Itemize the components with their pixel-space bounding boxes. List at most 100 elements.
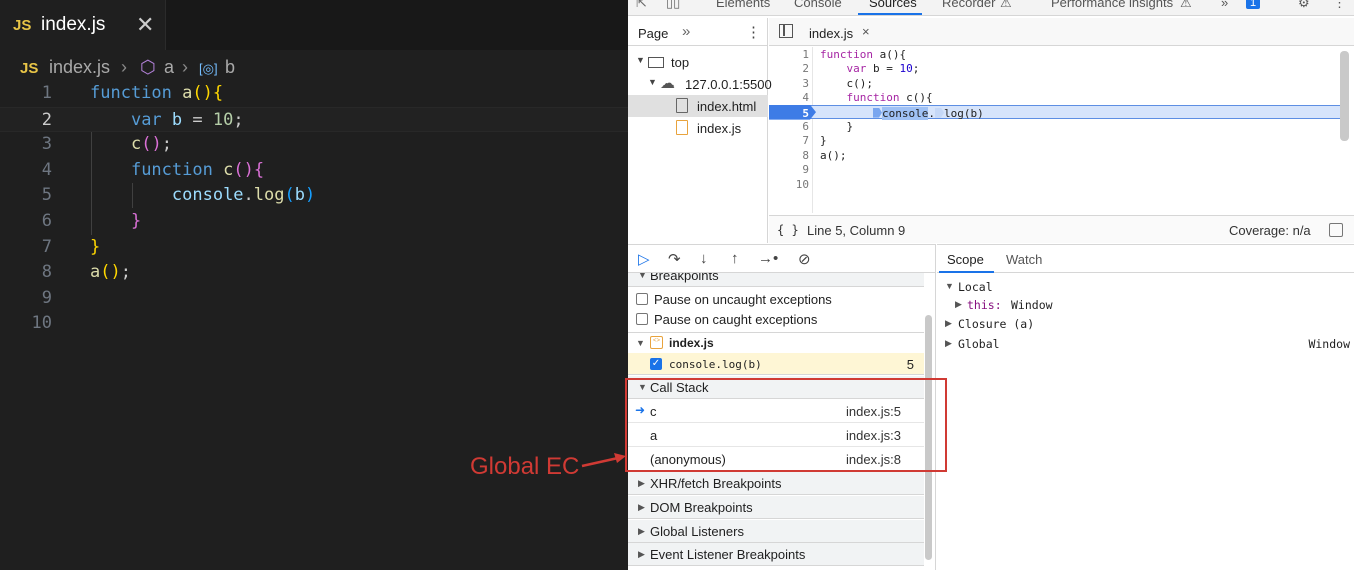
- breadcrumb-function[interactable]: a: [164, 57, 174, 78]
- code-text: }: [820, 120, 854, 133]
- toggle-navigator-icon[interactable]: [779, 24, 793, 38]
- tab-watch[interactable]: Watch: [1006, 252, 1042, 267]
- code-line: 8 a();: [0, 260, 628, 286]
- code-line-active: 2 var b = 10;: [0, 106, 628, 133]
- editor-tab-bar: index.js ×: [769, 18, 1354, 46]
- tab-sources[interactable]: Sources: [869, 0, 917, 10]
- breadcrumb: JS index.js › ⬡ a › [◎] b: [0, 53, 628, 81]
- editor-tab-index-js[interactable]: JS index.js ✕: [0, 0, 166, 50]
- cursor-position: Line 5, Column 9: [807, 223, 906, 238]
- tab-recorder[interactable]: Recorder: [942, 0, 995, 10]
- code-line: 7 }: [769, 133, 1341, 147]
- coverage-panel-icon[interactable]: [1329, 223, 1343, 237]
- section-global-listeners[interactable]: ▶ Global Listeners: [628, 520, 924, 543]
- line-number: 7: [41, 236, 52, 257]
- scope-tabs: Scope Watch: [937, 245, 1354, 273]
- devtools-main-tabs: ⇱ ▯▯ Elements Console Sources Recorder ⚠…: [628, 0, 1354, 16]
- line-number: 2: [802, 62, 809, 76]
- inline-breakpoint-icon[interactable]: [872, 107, 882, 118]
- sources-navigator: Page » ⋮ ▼ top ▼ ☁ 127.0.0.1:5500 index.…: [628, 18, 772, 243]
- js-file-icon: JS: [20, 60, 39, 77]
- line-number: 2: [41, 109, 52, 130]
- tree-item-label: top: [671, 55, 690, 70]
- pause-uncaught-checkbox-row[interactable]: Pause on uncaught exceptions: [628, 289, 924, 309]
- line-number: 9: [802, 163, 809, 177]
- kebab-menu-icon[interactable]: ⋮: [1333, 0, 1346, 11]
- tab-scope[interactable]: Scope: [947, 252, 984, 267]
- inspect-element-icon[interactable]: ⇱: [636, 0, 647, 11]
- close-icon[interactable]: ✕: [136, 12, 154, 38]
- breakpoint-file-row[interactable]: ▼ <> index.js: [628, 333, 924, 353]
- scope-local[interactable]: ▼ Local: [937, 278, 1354, 296]
- tree-item-origin[interactable]: ▼ ☁ 127.0.0.1:5500: [628, 73, 772, 95]
- checkbox[interactable]: [636, 313, 648, 325]
- code-line: 4 function c(){: [0, 158, 628, 184]
- scope-this[interactable]: ▶ this: Window: [937, 296, 1354, 314]
- breadcrumb-variable[interactable]: b: [225, 57, 235, 78]
- tab-elements[interactable]: Elements: [716, 0, 770, 10]
- code-line: 3 c();: [0, 132, 628, 158]
- code-line: 9: [0, 286, 628, 312]
- section-dom-breakpoints[interactable]: ▶ DOM Breakpoints: [628, 496, 924, 519]
- tab-performance-insights[interactable]: Performance insights: [1051, 0, 1173, 10]
- active-tab-underline: [858, 13, 922, 15]
- line-number: 7: [802, 134, 809, 148]
- chevron-double-right-icon[interactable]: »: [682, 23, 690, 40]
- editor-status-bar: { } Line 5, Column 9 Coverage: n/a: [769, 215, 1354, 243]
- code-line: 3 c();: [769, 76, 1341, 90]
- deactivate-breakpoints-icon[interactable]: ⊘: [798, 250, 811, 268]
- checkbox[interactable]: [636, 293, 648, 305]
- device-toolbar-icon[interactable]: ▯▯: [666, 0, 680, 11]
- breakpoints-section-header[interactable]: ▼ Breakpoints: [628, 273, 924, 287]
- pause-caught-checkbox-row[interactable]: Pause on caught exceptions: [628, 309, 924, 329]
- kebab-menu-icon[interactable]: ⋮: [746, 23, 761, 41]
- checkbox-label: Pause on uncaught exceptions: [654, 292, 832, 307]
- tree-item-index-html[interactable]: index.html: [628, 95, 768, 117]
- code-text: var b = 10;: [846, 62, 920, 76]
- step-into-icon[interactable]: ↓: [700, 250, 708, 267]
- code-line: 7 }: [0, 235, 628, 261]
- code-text: console.log(b): [171, 185, 316, 206]
- section-event-listener-breakpoints[interactable]: ▶ Event Listener Breakpoints: [628, 543, 924, 566]
- code-text: c();: [130, 134, 172, 155]
- editor-scrollbar[interactable]: [1340, 51, 1349, 141]
- scope-closure[interactable]: ▶ Closure (a): [937, 315, 1354, 333]
- more-tabs-icon[interactable]: »: [1221, 0, 1228, 10]
- section-header[interactable]: ▼ Breakpoints: [628, 273, 924, 287]
- section-title: XHR/fetch Breakpoints: [650, 476, 782, 491]
- pretty-print-icon[interactable]: { }: [777, 223, 799, 237]
- triangle-right-icon: ▶: [638, 549, 645, 559]
- js-file-icon: [676, 120, 688, 135]
- step-out-icon[interactable]: ↑: [731, 250, 739, 267]
- code-line: 8 a();: [769, 148, 1341, 162]
- active-tab-underline: [939, 271, 994, 273]
- checkbox-checked[interactable]: ✓: [650, 358, 662, 370]
- breadcrumb-file[interactable]: index.js: [49, 57, 110, 78]
- tab-console[interactable]: Console: [794, 0, 842, 10]
- tree-item-index-js[interactable]: index.js: [628, 117, 768, 139]
- scope-label: Local: [958, 280, 993, 294]
- section-xhr-breakpoints[interactable]: ▶ XHR/fetch Breakpoints: [628, 472, 924, 495]
- gear-icon[interactable]: ⚙: [1298, 0, 1310, 11]
- close-icon[interactable]: ×: [862, 24, 870, 39]
- code-line: 1 function a(){: [769, 47, 1341, 61]
- inline-breakpoint-icon[interactable]: [934, 107, 944, 118]
- issues-badge[interactable]: 1: [1246, 0, 1261, 9]
- code-line: 6 }: [769, 119, 1341, 133]
- step-icon[interactable]: →•: [758, 250, 778, 267]
- code-text: }: [820, 134, 827, 148]
- code-line: 1 function a(){: [0, 81, 628, 107]
- tree-item-top[interactable]: ▼ top: [628, 51, 768, 73]
- tab-page[interactable]: Page: [638, 26, 668, 41]
- editor-file-tab[interactable]: index.js: [809, 26, 853, 41]
- breakpoint-item[interactable]: ✓ console.log(b) 5: [628, 353, 924, 375]
- line-number: 4: [802, 91, 809, 105]
- triangle-right-icon: ▶: [638, 478, 645, 488]
- code-line: 10: [0, 311, 628, 337]
- code-text: a();: [90, 262, 131, 283]
- scope-global[interactable]: ▶ Global Window: [937, 335, 1354, 353]
- resume-icon[interactable]: ▷: [638, 250, 650, 268]
- step-over-icon[interactable]: ↷: [668, 250, 681, 268]
- chevron-right-icon: ›: [121, 57, 127, 77]
- line-number: 3: [802, 76, 809, 90]
